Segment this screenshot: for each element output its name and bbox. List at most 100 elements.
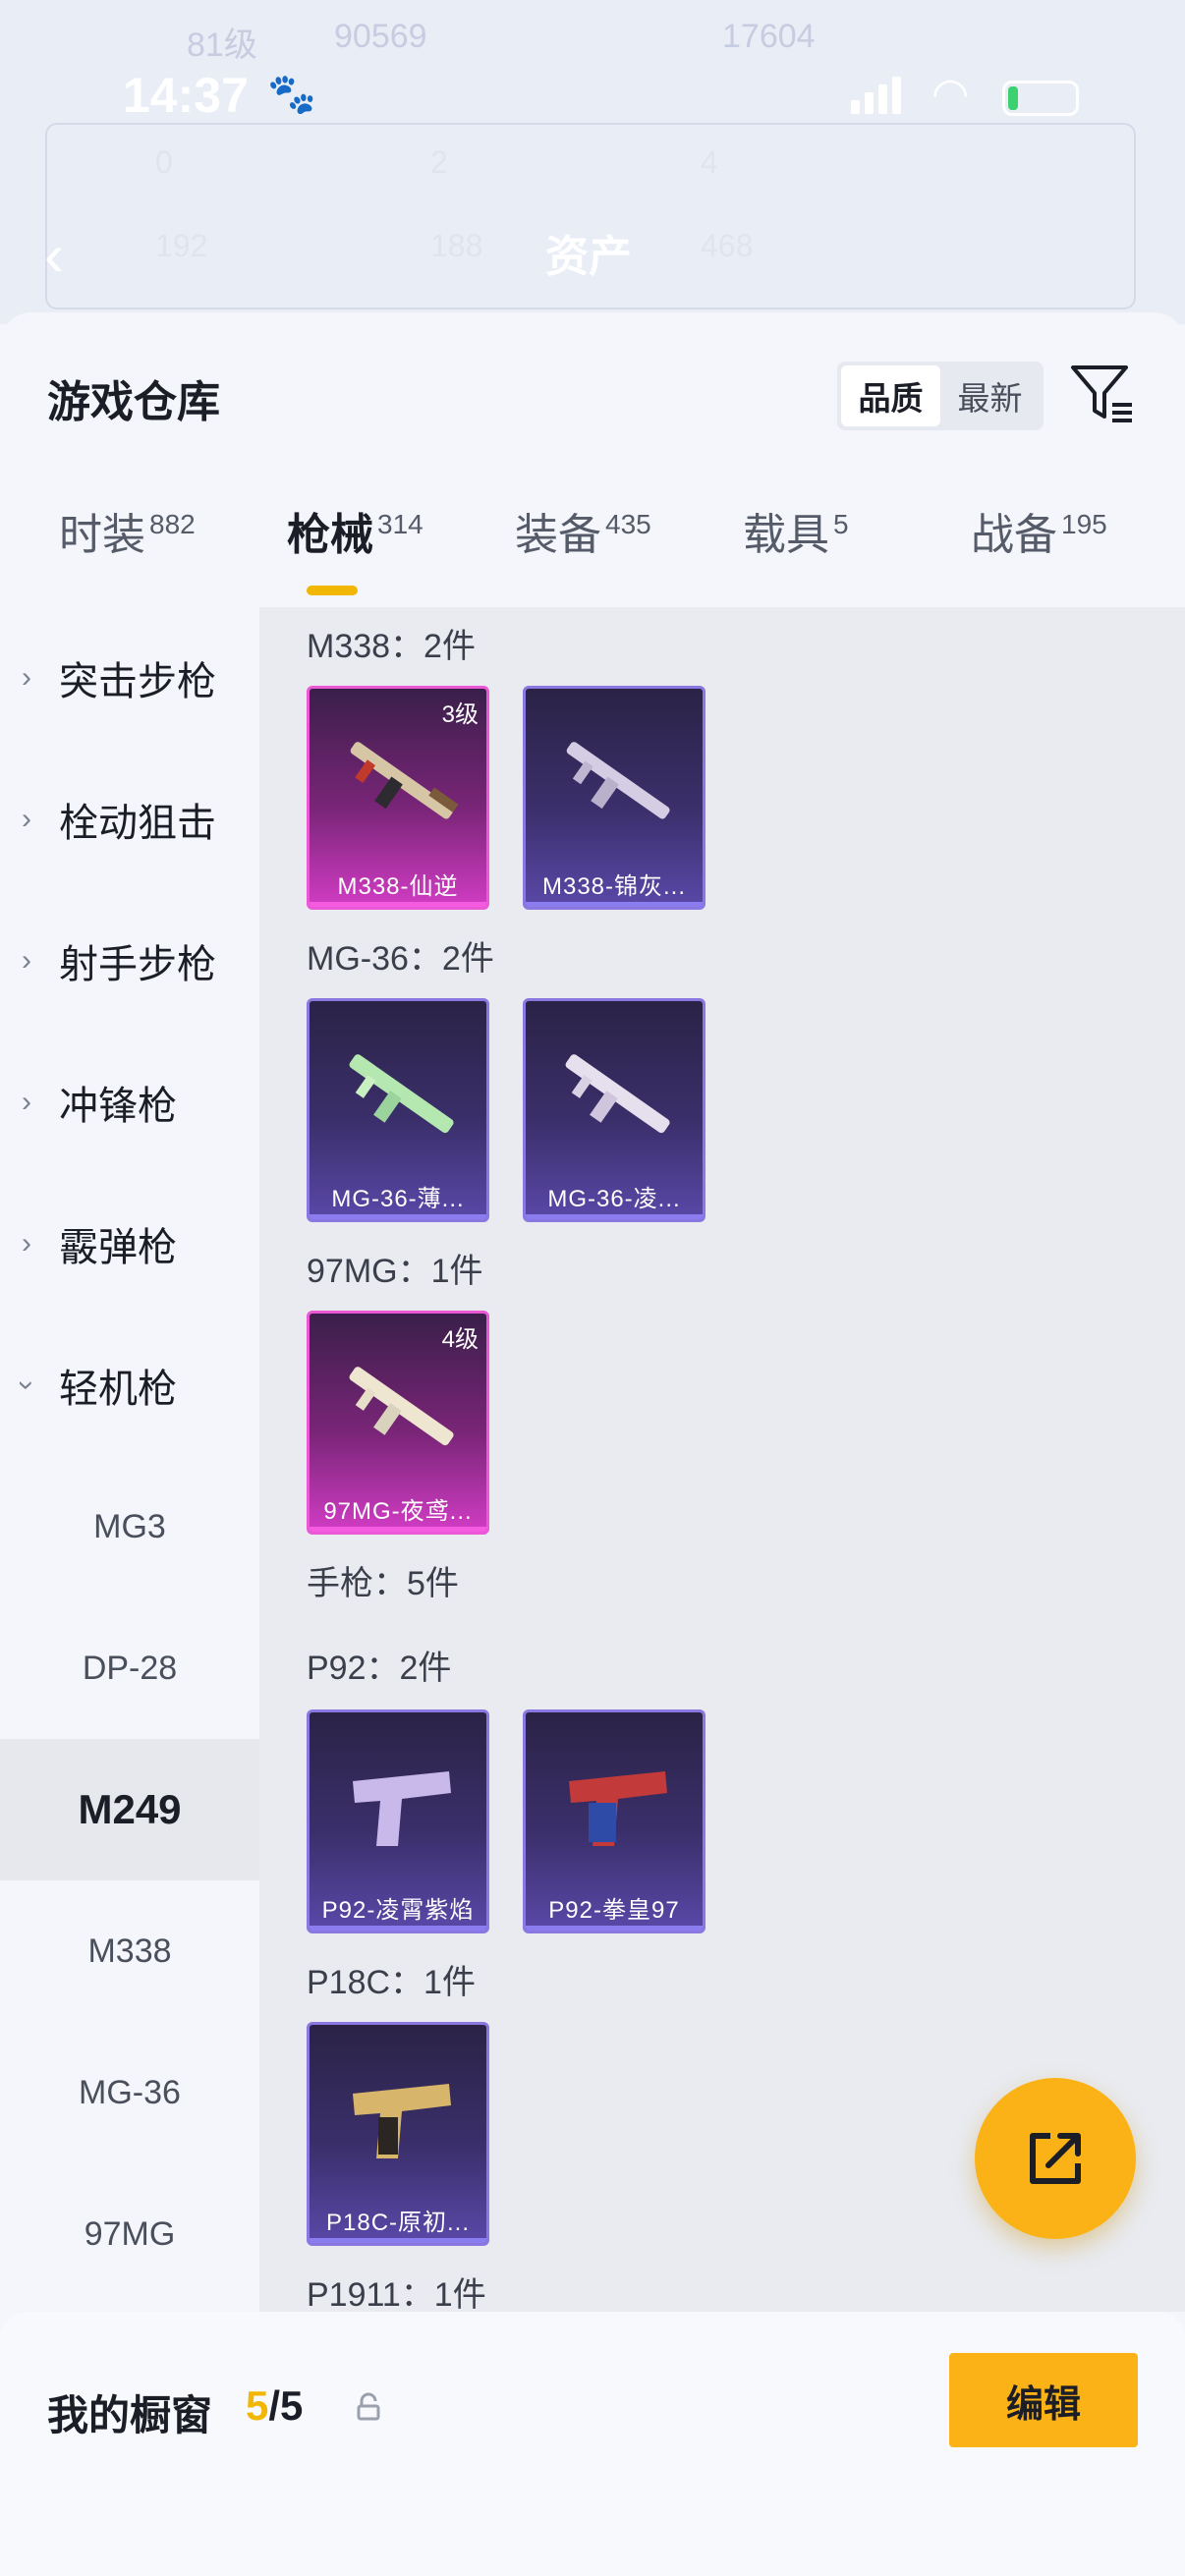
item-name: P92-凌霄紫焰 (321, 1897, 475, 1924)
showcase-separator: / (268, 2382, 281, 2429)
item-name: MG-36-薄... (331, 1186, 465, 1212)
item-name: P18C-原初... (325, 2210, 471, 2236)
tab-count: 882 (149, 509, 196, 540)
rifle-icon (566, 742, 670, 819)
category-label: 冲锋枪 (59, 1085, 177, 1128)
tab-fashion[interactable]: 时装 882 (59, 499, 196, 562)
background-stat: 188 (430, 228, 483, 263)
group-label-mg36: MG-36：2件 (307, 940, 494, 978)
edit-button[interactable]: 编辑 (949, 2353, 1138, 2447)
category-tabs: 时装 882 枪械 314 装备 435 载具 5 战备 195 (0, 499, 1185, 597)
tab-count: 435 (605, 509, 651, 540)
group-label-pistol: 手枪：5件 (307, 1565, 459, 1602)
category-smg[interactable]: › 冲锋枪 (0, 1032, 259, 1173)
item-card[interactable]: P92-凌霄紫焰 (307, 1709, 489, 1933)
item-card[interactable]: 4级 97MG-夜鸢... (307, 1311, 489, 1535)
weapon-category-list: › 突击步枪 › 栓动狙击 › 射手步枪 › 冲锋枪 › 霰弹枪 › 轻机枪 MG3 DP-… (0, 607, 259, 2312)
rarity-bar (526, 1926, 703, 1931)
rarity-bar (526, 902, 703, 907)
chevron-right-icon: › (22, 1227, 31, 1260)
pistol-icon (569, 1771, 667, 1846)
lock-icon (357, 2392, 380, 2421)
rarity-bar (526, 1214, 703, 1219)
sort-newest-button[interactable]: 最新 (940, 365, 1040, 426)
background-level: 81级 (187, 27, 257, 64)
background-stat: 4 (701, 144, 718, 180)
background-stat: 2 (430, 144, 448, 180)
tab-firearms[interactable]: 枪械 314 (287, 499, 423, 562)
rarity-bar (310, 1214, 486, 1219)
subcategory-dp28[interactable]: DP-28 (0, 1597, 259, 1739)
category-assault-rifle[interactable]: › 突击步枪 (0, 607, 259, 749)
item-grid: M338：2件 3级 M338-仙逆 M338-锦灰... MG-36：2件 M… (259, 607, 1185, 2312)
tab-label: 时装 (59, 511, 145, 559)
background-stat: 192 (155, 228, 208, 263)
category-label: 霰弹枪 (59, 1226, 177, 1269)
group-label-p1911: P1911：1件 (307, 2276, 486, 2312)
item-card[interactable]: 3级 M338-仙逆 (307, 686, 489, 910)
item-name: M338-仙逆 (337, 873, 459, 900)
subcategory-mg36[interactable]: MG-36 (0, 2022, 259, 2163)
background-title: 资产 (545, 233, 632, 281)
tab-supplies[interactable]: 战备 195 (971, 499, 1107, 562)
category-marksman-rifle[interactable]: › 射手步枪 (0, 890, 259, 1032)
category-label: 栓动狙击 (59, 802, 216, 845)
warehouse-sheet: 游戏仓库 品质 最新 时装 882 枪械 314 装备 435 载具 5 战备 195 ›… (0, 312, 1185, 2576)
item-card[interactable]: M338-锦灰... (523, 686, 705, 910)
group-label-m338: M338：2件 (307, 628, 476, 665)
rarity-bar (310, 1527, 486, 1532)
item-name: P92-拳皇97 (548, 1897, 680, 1924)
category-bolt-sniper[interactable]: › 栓动狙击 (0, 749, 259, 890)
showcase-bar: 我的橱窗 5/5 编辑 (0, 2312, 1185, 2576)
wifi-icon: ◠ (931, 70, 970, 118)
item-card[interactable]: MG-36-薄... (307, 998, 489, 1222)
category-label: 突击步枪 (59, 660, 216, 703)
tab-label: 枪械 (287, 511, 373, 559)
showcase-current: 5 (246, 2382, 269, 2429)
rarity-bar (310, 1926, 486, 1931)
category-label: 射手步枪 (59, 943, 216, 986)
background-stat: 0 (155, 144, 173, 180)
subcategory-m338[interactable]: M338 (0, 1880, 259, 2022)
group-label-p18c: P18C：1件 (307, 1964, 476, 2001)
signal-icon (851, 77, 906, 114)
tab-vehicles[interactable]: 载具 5 (743, 499, 849, 562)
sort-toggle: 品质 最新 (837, 362, 1044, 430)
chevron-right-icon: › (22, 1086, 31, 1118)
category-shotgun[interactable]: › 霰弹枪 (0, 1173, 259, 1315)
sort-quality-button[interactable]: 品质 (841, 365, 940, 426)
background-views: 90569 (334, 18, 427, 55)
rarity-bar (310, 2238, 486, 2243)
item-card[interactable]: MG-36-凌... (523, 998, 705, 1222)
tab-label: 载具 (743, 511, 829, 559)
filter-icon[interactable] (1067, 358, 1136, 426)
tab-label: 装备 (515, 511, 601, 559)
chevron-down-icon: › (11, 1380, 43, 1390)
rifle-icon (349, 1367, 454, 1446)
paw-icon: 🐾 (267, 73, 316, 116)
background-score: 17604 (722, 18, 816, 55)
back-arrow-icon[interactable]: ‹ (44, 221, 64, 289)
tab-count: 314 (377, 509, 423, 540)
chevron-right-icon: › (22, 803, 31, 835)
status-time: 14:37 (123, 68, 249, 123)
subcategory-m249[interactable]: M249 (0, 1739, 259, 1880)
category-lmg[interactable]: › 轻机枪 (0, 1315, 259, 1456)
pistol-icon (353, 2084, 451, 2158)
item-name: M338-锦灰... (541, 873, 687, 900)
showcase-count: 5/5 (246, 2382, 303, 2430)
tab-label: 战备 (971, 511, 1057, 559)
share-button[interactable] (975, 2078, 1136, 2239)
tab-equipment[interactable]: 装备 435 (515, 499, 651, 562)
item-card[interactable]: P18C-原初... (307, 2022, 489, 2246)
tab-count: 5 (833, 509, 849, 540)
subcategory-mg3[interactable]: MG3 (0, 1456, 259, 1597)
chevron-right-icon: › (22, 944, 31, 977)
subcategory-97mg[interactable]: 97MG (0, 2163, 259, 2305)
item-card[interactable]: P92-拳皇97 (523, 1709, 705, 1933)
rifle-icon (565, 1054, 670, 1134)
item-name: MG-36-凌... (547, 1186, 681, 1212)
pistol-icon (353, 1771, 451, 1846)
group-label-97mg: 97MG：1件 (307, 1253, 483, 1290)
showcase-total: 5 (280, 2382, 304, 2429)
